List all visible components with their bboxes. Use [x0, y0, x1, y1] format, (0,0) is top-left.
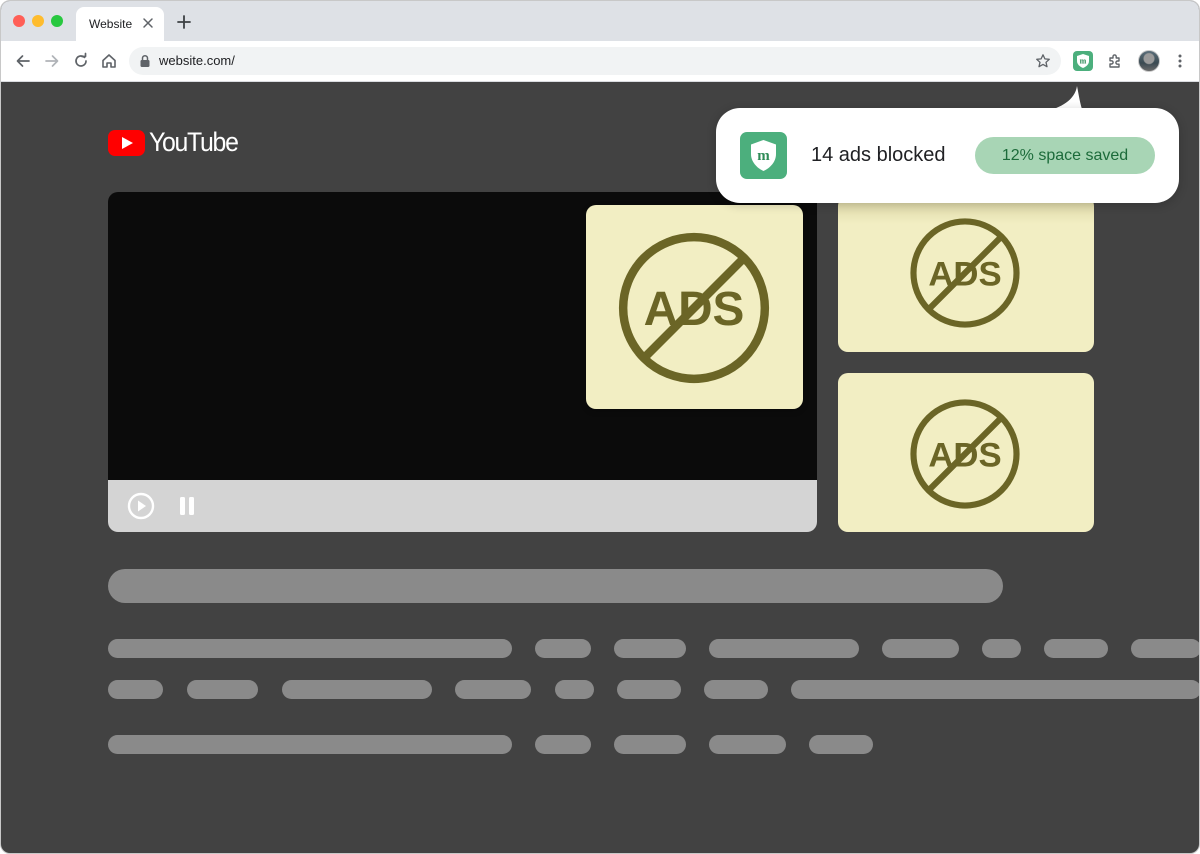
text-placeholder — [614, 735, 686, 754]
youtube-wordmark: YouTube — [149, 127, 239, 157]
text-placeholder — [709, 639, 859, 658]
text-placeholder — [555, 680, 594, 699]
video-controls — [108, 480, 817, 532]
arrow-right-icon[interactable] — [43, 52, 61, 70]
text-placeholder — [614, 639, 686, 658]
no-ads-icon: ADS — [618, 232, 770, 384]
text-placeholder — [809, 735, 873, 754]
reload-icon[interactable] — [72, 52, 90, 70]
blocked-ad-card: ADS — [838, 373, 1094, 532]
plus-icon[interactable] — [176, 14, 192, 30]
close-icon[interactable] — [142, 17, 154, 29]
minimize-window-button[interactable] — [32, 15, 44, 27]
browser-toolbar: website.com/ m — [1, 41, 1199, 82]
text-placeholder — [1044, 639, 1108, 658]
text-placeholder — [1131, 639, 1199, 658]
extension-button[interactable]: m — [1073, 51, 1093, 71]
lock-icon — [140, 54, 150, 67]
shield-icon: m — [751, 140, 776, 171]
text-placeholder — [535, 639, 591, 658]
text-placeholder — [535, 735, 591, 754]
text-placeholder — [704, 680, 768, 699]
blocked-ad-card: ADS — [838, 196, 1094, 352]
ads-blocked-count: 14 ads blocked — [811, 144, 946, 166]
extension-logo: m — [740, 132, 787, 179]
ads-blocked-popup: m 14 ads blocked 12% space saved — [716, 108, 1179, 203]
shield-icon: m — [1077, 54, 1089, 68]
text-placeholder — [709, 735, 786, 754]
text-placeholder — [617, 680, 681, 699]
close-window-button[interactable] — [13, 15, 25, 27]
svg-text:m: m — [1080, 57, 1087, 66]
play-icon[interactable] — [127, 492, 155, 520]
text-placeholder — [187, 680, 258, 699]
puzzle-icon[interactable] — [1106, 52, 1124, 70]
tab-strip: Website — [1, 1, 1199, 41]
star-icon[interactable] — [1035, 53, 1051, 69]
url-text[interactable]: website.com/ — [159, 53, 235, 68]
text-placeholder — [791, 680, 1199, 699]
text-placeholder — [882, 639, 959, 658]
arrow-left-icon[interactable] — [14, 52, 32, 70]
no-ads-icon: ADS — [910, 218, 1020, 328]
browser-window: Website website.com/ m YouTube m 14 ads … — [0, 0, 1200, 854]
svg-text:m: m — [757, 148, 770, 164]
youtube-logo[interactable]: YouTube — [108, 127, 239, 157]
home-icon[interactable] — [100, 52, 118, 70]
tab-website[interactable]: Website — [76, 7, 164, 41]
text-placeholder — [455, 680, 531, 699]
text-placeholder — [108, 680, 163, 699]
tab-title: Website — [89, 17, 133, 31]
youtube-play-icon — [108, 130, 145, 156]
no-ads-icon: ADS — [910, 399, 1020, 509]
maximize-window-button[interactable] — [51, 15, 63, 27]
title-placeholder — [108, 569, 1003, 603]
address-bar[interactable]: website.com/ — [129, 47, 1061, 75]
kebab-icon[interactable] — [1171, 52, 1189, 70]
text-placeholder — [282, 680, 432, 699]
blocked-ad-card: ADS — [586, 205, 803, 409]
text-placeholder — [108, 639, 512, 658]
pause-icon[interactable] — [178, 495, 196, 517]
text-placeholder — [108, 735, 512, 754]
avatar[interactable] — [1138, 50, 1160, 72]
space-saved-badge: 12% space saved — [975, 137, 1155, 174]
text-placeholder — [982, 639, 1021, 658]
